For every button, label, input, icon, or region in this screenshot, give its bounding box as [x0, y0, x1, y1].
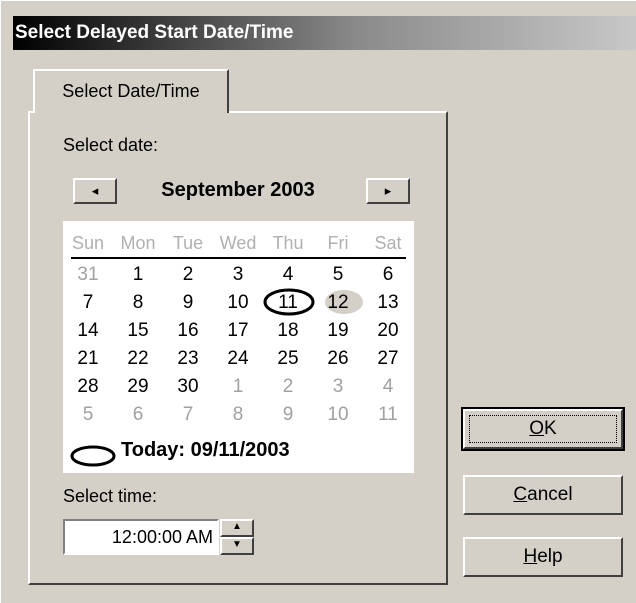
day-cell[interactable]: 9 — [263, 404, 313, 426]
day-cell[interactable]: 24 — [213, 348, 263, 370]
arrow-down-icon: ▼ — [232, 539, 242, 550]
weekday-divider — [71, 257, 406, 259]
day-cell[interactable]: 26 — [313, 348, 363, 370]
day-cell[interactable]: 25 — [263, 348, 313, 370]
weekday-fri: Fri — [327, 233, 349, 253]
day-cell[interactable]: 9 — [163, 292, 213, 314]
day-cell[interactable]: 31 — [63, 264, 113, 286]
month-calendar[interactable]: ◂ September 2003 ▸ Sun Mon Tue Wed Thu F… — [63, 165, 414, 473]
day-cell[interactable]: 1 — [113, 264, 163, 286]
day-cell[interactable]: 13 — [363, 292, 413, 314]
cancel-accel: C — [513, 484, 528, 505]
weekday-sun: Sun — [71, 233, 105, 253]
day-cell[interactable]: 16 — [163, 320, 213, 342]
day-cell[interactable]: 27 — [363, 348, 413, 370]
month-year-label[interactable]: September 2003 — [133, 179, 343, 202]
ok-button[interactable]: OK — [461, 407, 625, 451]
day-cell[interactable]: 17 — [213, 320, 263, 342]
dialog-window: Select Delayed Start Date/Time Select Da… — [0, 0, 636, 603]
time-input[interactable]: 12:00:00 AM — [63, 519, 219, 555]
arrow-right-icon: ▸ — [384, 183, 392, 198]
arrow-up-icon: ▲ — [232, 521, 242, 532]
day-cell[interactable]: 28 — [63, 376, 113, 398]
day-cell[interactable]: 7 — [163, 404, 213, 426]
day-cell[interactable]: 15 — [113, 320, 163, 342]
day-cell[interactable]: 5 — [313, 264, 363, 286]
select-date-label: Select date: — [63, 135, 159, 155]
day-cell[interactable]: 22 — [113, 348, 163, 370]
weekday-wed: Wed — [219, 233, 257, 253]
day-cell[interactable]: 10 — [313, 404, 363, 426]
day-cell[interactable]: 8 — [113, 292, 163, 314]
help-button[interactable]: Help — [463, 537, 623, 577]
next-month-button[interactable]: ▸ — [366, 178, 410, 204]
day-cell[interactable]: 23 — [163, 348, 213, 370]
day-cell-selected[interactable]: 12 — [313, 292, 363, 314]
day-cell[interactable]: 4 — [363, 376, 413, 398]
today-marker-icon — [70, 445, 116, 467]
cancel-label: ancel — [527, 484, 573, 505]
dialog-title: Select Delayed Start Date/Time — [13, 16, 636, 50]
day-cell[interactable]: 19 — [313, 320, 363, 342]
day-cell[interactable]: 4 — [263, 264, 313, 286]
day-cell[interactable]: 20 — [363, 320, 413, 342]
day-cell[interactable]: 7 — [63, 292, 113, 314]
weekday-mon: Mon — [120, 233, 156, 253]
day-cell[interactable]: 21 — [63, 348, 113, 370]
cancel-button[interactable]: Cancel — [463, 475, 623, 515]
time-spin-down[interactable]: ▼ — [220, 537, 254, 555]
tab-select-date-time[interactable]: Select Date/Time — [33, 69, 229, 113]
day-cell[interactable]: 5 — [63, 404, 113, 426]
day-cell-today[interactable]: 11 — [263, 292, 313, 314]
day-cell[interactable]: 29 — [113, 376, 163, 398]
weekday-thu: Thu — [272, 233, 304, 253]
today-link[interactable]: Today: 09/11/2003 — [121, 439, 290, 462]
calendar-header: ◂ September 2003 ▸ — [63, 165, 414, 221]
day-cell[interactable]: 10 — [213, 292, 263, 314]
weekday-tue: Tue — [172, 233, 204, 253]
day-cell[interactable]: 14 — [63, 320, 113, 342]
day-cell[interactable]: 3 — [313, 376, 363, 398]
day-cell[interactable]: 2 — [263, 376, 313, 398]
day-cell[interactable]: 18 — [263, 320, 313, 342]
prev-month-button[interactable]: ◂ — [73, 178, 117, 204]
day-cell[interactable]: 1 — [213, 376, 263, 398]
time-spin-up[interactable]: ▲ — [220, 519, 254, 537]
select-time-label: Select time: — [63, 486, 158, 506]
focus-rectangle — [469, 415, 617, 443]
day-cell[interactable]: 6 — [113, 404, 163, 426]
help-accel: H — [523, 546, 538, 567]
arrow-left-icon: ◂ — [91, 183, 99, 198]
day-cell[interactable]: 11 — [363, 404, 413, 426]
day-cell[interactable]: 6 — [363, 264, 413, 286]
help-label: elp — [537, 546, 563, 567]
day-cell[interactable]: 8 — [213, 404, 263, 426]
day-cell[interactable]: 3 — [213, 264, 263, 286]
day-cell[interactable]: 30 — [163, 376, 213, 398]
weekday-sat: Sat — [374, 233, 402, 253]
day-cell[interactable]: 2 — [163, 264, 213, 286]
